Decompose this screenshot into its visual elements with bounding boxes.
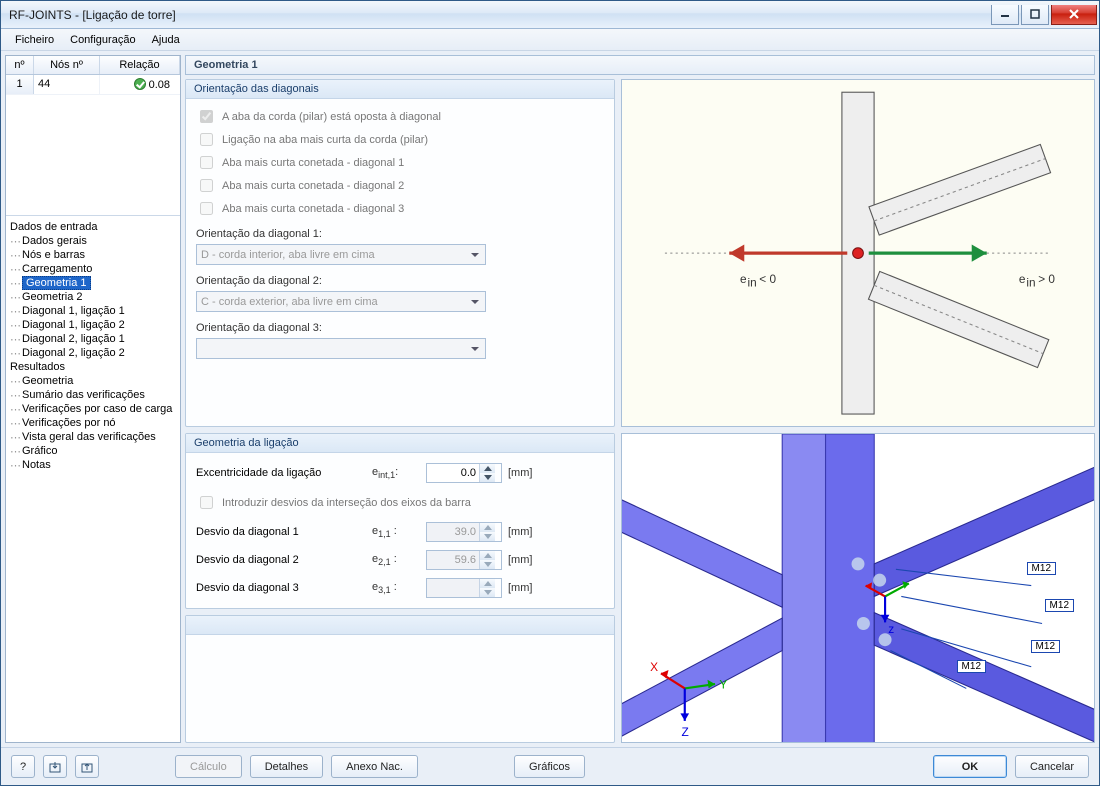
tree-item[interactable]: Geometria — [8, 374, 178, 388]
tree-item[interactable]: Geometria 1 — [8, 276, 178, 290]
app-window: RF-JOINTS - [Ligação de torre] Ficheiro … — [0, 0, 1100, 786]
pane-title: Geometria 1 — [185, 55, 1095, 75]
bolt-label-3: M12 — [1031, 640, 1060, 653]
svg-text:in: in — [1026, 275, 1035, 289]
chk-opt-1[interactable]: Ligação na aba mais curta da corda (pila… — [196, 130, 604, 149]
tree-item[interactable]: Carregamento — [8, 262, 178, 276]
geometry-group: Geometria da ligação Excentricidade da l… — [185, 433, 615, 609]
nav-tree[interactable]: Dados de entrada Dados geraisNós e barra… — [6, 215, 180, 742]
d2-combo[interactable]: C - corda exterior, aba livre em cima — [196, 291, 486, 312]
menubar: Ficheiro Configuração Ajuda — [1, 29, 1099, 51]
left-panel: nº Nós nº Relação 1 44 0.08 Dados de ent… — [5, 55, 181, 743]
tree-item[interactable]: Notas — [8, 458, 178, 472]
tree-item[interactable]: Sumário das verificações — [8, 388, 178, 402]
cell-nodes: 44 — [34, 75, 100, 94]
ecc-spinner[interactable] — [426, 463, 502, 483]
render-canvas[interactable]: z Y X Z — [622, 434, 1094, 743]
spin-up-icon[interactable] — [480, 464, 495, 473]
tree-item[interactable]: Verificações por caso de carga — [8, 402, 178, 416]
d1-label: Orientação da diagonal 1: — [196, 228, 604, 240]
details-button[interactable]: Detalhes — [250, 755, 323, 778]
empty-group — [185, 615, 615, 743]
svg-text:e: e — [1019, 272, 1026, 286]
tree-item[interactable]: Diagonal 2, ligação 1 — [8, 332, 178, 346]
window-title: RF-JOINTS - [Ligação de torre] — [9, 8, 989, 22]
tree-input-root[interactable]: Dados de entrada — [8, 220, 178, 234]
ecc-label: Excentricidade da ligação — [196, 467, 366, 479]
close-button[interactable] — [1051, 5, 1097, 25]
dev3-spinner[interactable] — [426, 578, 502, 598]
bolt-label-1: M12 — [1027, 562, 1056, 575]
tree-item[interactable]: Vista geral das verificações — [8, 430, 178, 444]
unit-mm: [mm] — [508, 467, 532, 479]
chk-opt-4[interactable]: Aba mais curta conetada - diagonal 3 — [196, 199, 604, 218]
dev2-spinner[interactable] — [426, 550, 502, 570]
orientation-diagram: ein < 0 ein > 0 — [621, 79, 1095, 427]
dev3-label: Desvio da diagonal 3 — [196, 582, 366, 594]
tree-item[interactable]: Diagonal 2, ligação 2 — [8, 346, 178, 360]
menu-file[interactable]: Ficheiro — [7, 31, 62, 49]
chk-opt-0[interactable]: A aba da corda (pilar) está oposta à dia… — [196, 107, 604, 126]
tree-item[interactable]: Gráfico — [8, 444, 178, 458]
chk-intro-deviations[interactable]: Introduzir desvios da interseção dos eix… — [196, 493, 604, 512]
menu-config[interactable]: Configuração — [62, 31, 143, 49]
minimize-button[interactable] — [991, 5, 1019, 25]
orientation-group-title: Orientação das diagonais — [186, 80, 614, 99]
tree-item[interactable]: Diagonal 1, ligação 2 — [8, 318, 178, 332]
col-ratio[interactable]: Relação — [100, 56, 180, 74]
tree-item[interactable]: Dados gerais — [8, 234, 178, 248]
help-button[interactable]: ? — [11, 755, 35, 778]
export-button[interactable] — [75, 755, 99, 778]
dev2-label: Desvio da diagonal 2 — [196, 554, 366, 566]
footer: ? Cálculo Detalhes Anexo Nac. Gráficos O… — [1, 747, 1099, 785]
graphics-button[interactable]: Gráficos — [514, 755, 585, 778]
svg-text:Z: Z — [682, 725, 689, 739]
client-area: nº Nós nº Relação 1 44 0.08 Dados de ent… — [1, 51, 1099, 747]
maximize-button[interactable] — [1021, 5, 1049, 25]
geometry-group-title: Geometria da ligação — [186, 434, 614, 453]
dev1-spinner[interactable] — [426, 522, 502, 542]
main-panel: Geometria 1 Orientação das diagonais A a… — [185, 55, 1095, 743]
svg-text:in: in — [748, 275, 757, 289]
col-nodes[interactable]: Nós nº — [34, 56, 100, 74]
chk-opt-3[interactable]: Aba mais curta conetada - diagonal 2 — [196, 176, 604, 195]
tree-item[interactable]: Diagonal 1, ligação 1 — [8, 304, 178, 318]
spin-down-icon[interactable] — [480, 473, 495, 482]
tree-results-root[interactable]: Resultados — [8, 360, 178, 374]
dev1-label: Desvio da diagonal 1 — [196, 526, 366, 538]
check-icon — [134, 78, 146, 90]
ok-button[interactable]: OK — [933, 755, 1007, 778]
svg-text:> 0: > 0 — [1038, 272, 1055, 286]
import-button[interactable] — [43, 755, 67, 778]
bolt-label-2: M12 — [1045, 599, 1074, 612]
chk-opt-2[interactable]: Aba mais curta conetada - diagonal 1 — [196, 153, 604, 172]
menu-help[interactable]: Ajuda — [144, 31, 188, 49]
cell-ratio: 0.08 — [100, 75, 180, 94]
svg-text:e: e — [740, 272, 747, 286]
tree-item[interactable]: Nós e barras — [8, 248, 178, 262]
d3-label: Orientação da diagonal 3: — [196, 322, 604, 334]
cancel-button[interactable]: Cancelar — [1015, 755, 1089, 778]
titlebar: RF-JOINTS - [Ligação de torre] — [1, 1, 1099, 29]
tree-item[interactable]: Verificações por nó — [8, 416, 178, 430]
tree-item[interactable]: Geometria 2 — [8, 290, 178, 304]
svg-text:< 0: < 0 — [759, 272, 776, 286]
col-no[interactable]: nº — [6, 56, 34, 74]
orientation-group: Orientação das diagonais A aba da corda … — [185, 79, 615, 427]
cell-no: 1 — [6, 75, 34, 94]
bolt-label-4: M12 — [957, 660, 986, 673]
d2-label: Orientação da diagonal 2: — [196, 275, 604, 287]
calc-button[interactable]: Cálculo — [175, 755, 242, 778]
annex-button[interactable]: Anexo Nac. — [331, 755, 418, 778]
d1-combo[interactable]: D - corda interior, aba livre em cima — [196, 244, 486, 265]
svg-text:Y: Y — [719, 678, 727, 692]
design-table-row[interactable]: 1 44 0.08 — [6, 75, 180, 95]
d3-combo[interactable] — [196, 338, 486, 359]
ecc-symbol: eint,1: — [372, 466, 420, 480]
design-table-header: nº Nós nº Relação — [6, 56, 180, 75]
svg-text:X: X — [650, 660, 658, 674]
svg-text:z: z — [888, 622, 894, 636]
window-buttons — [989, 5, 1097, 25]
render-view: z Y X Z — [621, 433, 1095, 743]
